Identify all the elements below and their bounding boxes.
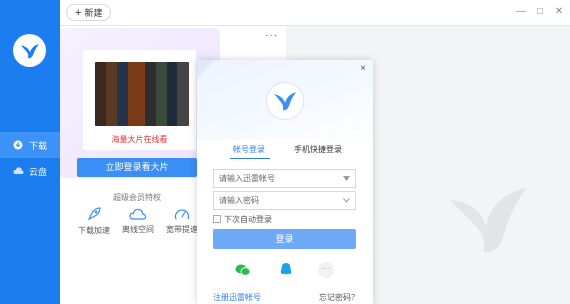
sidebar-item-cloud[interactable]: 云盘 bbox=[0, 158, 60, 184]
poster bbox=[177, 62, 189, 126]
sidebar: 下载 云盘 bbox=[0, 0, 60, 304]
minimize-button[interactable]: — bbox=[515, 6, 527, 18]
speedometer-icon bbox=[174, 209, 190, 220]
cloud-icon bbox=[13, 166, 24, 176]
sidebar-item-download[interactable]: 下载 bbox=[0, 132, 60, 158]
download-icon bbox=[13, 140, 23, 150]
cloud-icon bbox=[129, 208, 147, 220]
register-link[interactable]: 注册迅雷帐号 bbox=[213, 292, 261, 303]
chevron-down-icon[interactable] bbox=[343, 176, 350, 181]
plus-icon: + bbox=[75, 6, 82, 19]
qr-login-corner[interactable] bbox=[197, 60, 215, 78]
perk-bandwidth[interactable]: 宽带提速 bbox=[164, 207, 200, 235]
thunder-logo bbox=[13, 34, 46, 67]
maximize-button[interactable]: □ bbox=[534, 6, 546, 18]
forgot-password-link[interactable]: 忘记密码？ bbox=[319, 292, 359, 303]
bird-logo-icon bbox=[274, 92, 296, 111]
username-input[interactable] bbox=[214, 170, 334, 187]
auto-login-checkbox[interactable] bbox=[213, 215, 221, 223]
close-window-button[interactable]: ✕ bbox=[553, 6, 565, 18]
promo-caption: 海量大片在线看 bbox=[111, 135, 168, 144]
chevron-down-icon[interactable] bbox=[343, 198, 350, 203]
qq-icon[interactable] bbox=[278, 262, 294, 278]
new-task-button[interactable]: + 新建 bbox=[66, 4, 112, 21]
title-bar: + 新建 — □ ✕ bbox=[60, 0, 570, 26]
active-tab-indicator bbox=[230, 158, 270, 159]
bird-watermark-icon bbox=[450, 188, 526, 253]
password-field bbox=[213, 191, 356, 210]
dialog-logo bbox=[266, 82, 304, 120]
tab-phone-login[interactable]: 手机快捷登录 bbox=[294, 144, 342, 155]
password-input[interactable] bbox=[214, 192, 334, 209]
more-options-icon[interactable]: ··· bbox=[265, 30, 278, 41]
perk-offline-space[interactable]: 离线空间 bbox=[120, 207, 156, 235]
perk-label: 离线空间 bbox=[122, 225, 154, 234]
tab-account-login[interactable]: 帐号登录 bbox=[233, 144, 265, 155]
auto-login-option[interactable]: 下次自动登录 bbox=[213, 214, 272, 224]
auto-login-label: 下次自动登录 bbox=[224, 214, 272, 224]
bird-logo-icon bbox=[20, 43, 39, 58]
rocket-icon bbox=[87, 207, 101, 221]
login-watch-button[interactable]: 立即登录看大片 bbox=[77, 158, 197, 177]
more-login-icon[interactable]: ··· bbox=[318, 262, 334, 278]
new-task-label: 新建 bbox=[84, 8, 103, 18]
perk-label: 宽带提速 bbox=[166, 225, 198, 234]
login-button[interactable]: 登录 bbox=[213, 229, 356, 249]
dialog-close-button[interactable]: × bbox=[358, 64, 368, 74]
perk-title: 超级会员特权 bbox=[113, 193, 161, 202]
login-dialog: × 帐号登录 手机快捷登录 下次自动登录 登录 ··· 注册迅雷帐号 忘记密码？ bbox=[197, 60, 373, 304]
login-tabs: 帐号登录 手机快捷登录 bbox=[197, 144, 373, 159]
perk-label: 下载加速 bbox=[78, 226, 110, 235]
wechat-icon[interactable] bbox=[235, 262, 251, 278]
sidebar-item-label: 下载 bbox=[29, 140, 48, 151]
sidebar-item-label: 云盘 bbox=[29, 166, 48, 177]
perk-download-accel[interactable]: 下载加速 bbox=[76, 207, 112, 236]
member-promo: 海量大片在线看 立即登录看大片 超级会员特权 下载加速 离线空间 宽带提速 bbox=[60, 26, 220, 304]
username-field bbox=[213, 169, 356, 188]
movie-posters bbox=[95, 62, 190, 126]
